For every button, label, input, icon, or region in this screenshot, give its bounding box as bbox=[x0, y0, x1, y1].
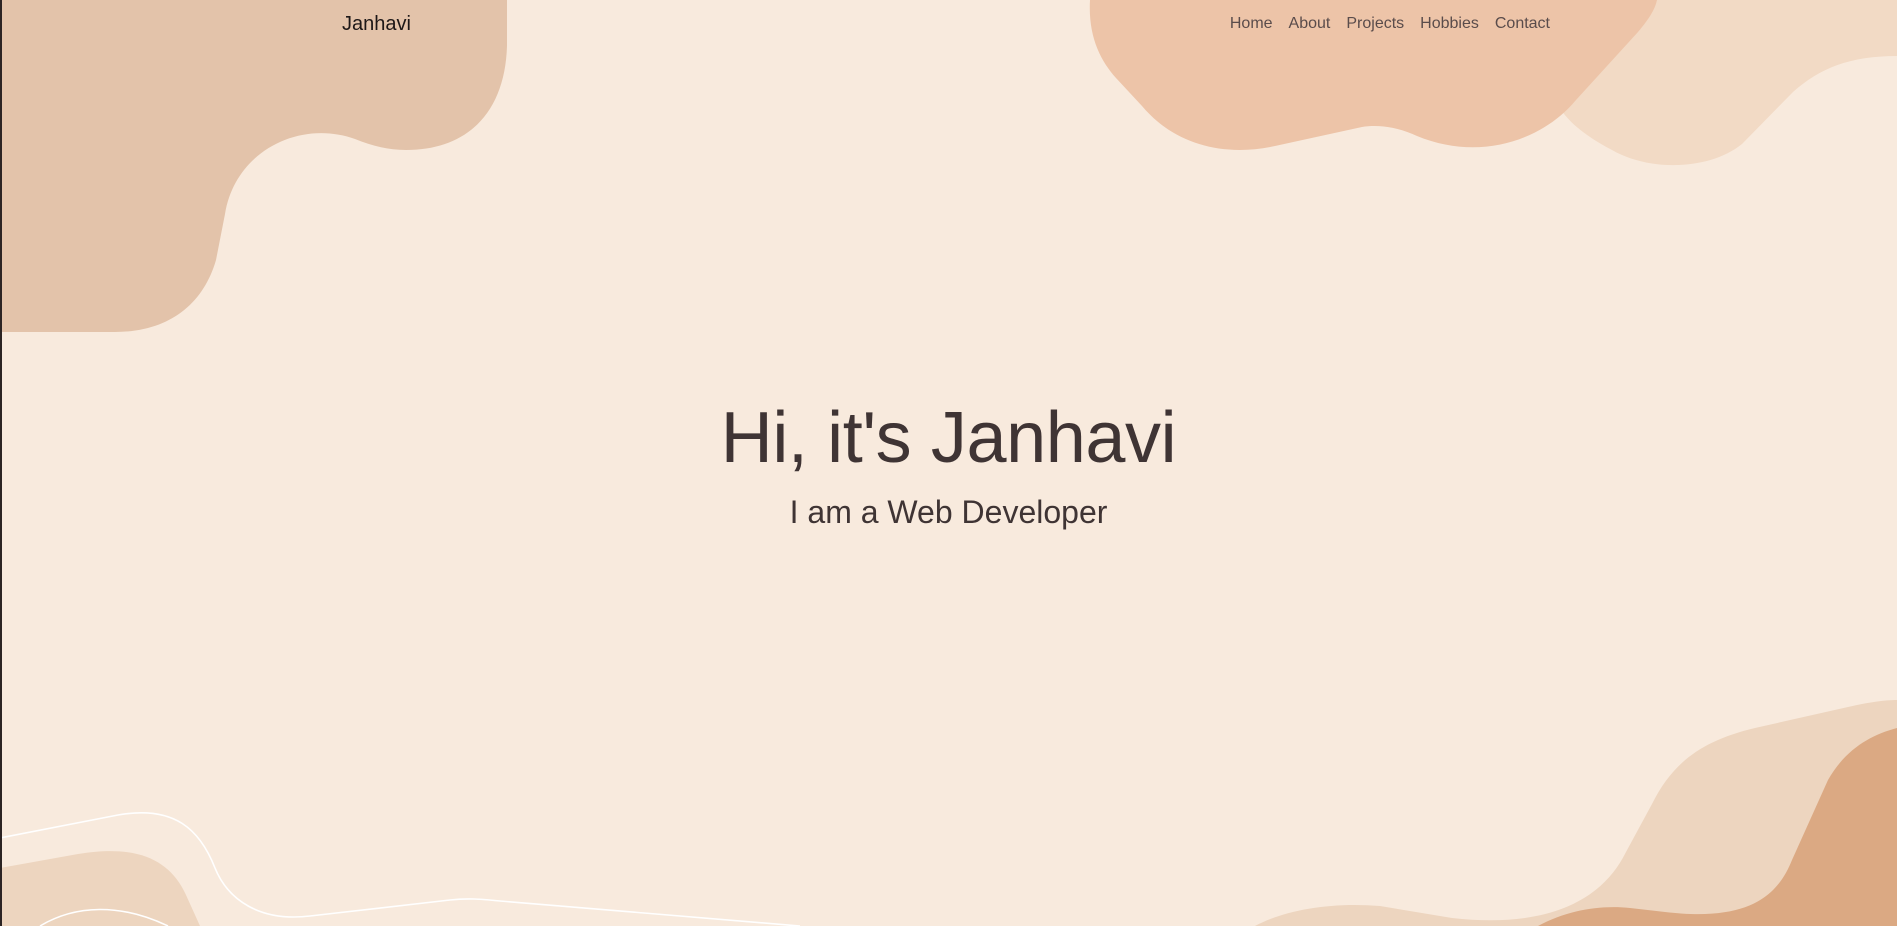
nav-about-link[interactable]: About bbox=[1289, 15, 1331, 33]
window-left-edge bbox=[0, 0, 2, 926]
nav-projects-link[interactable]: Projects bbox=[1346, 15, 1404, 33]
nav-home-link[interactable]: Home bbox=[1230, 15, 1273, 33]
bottom-left-blob bbox=[0, 851, 200, 926]
hero-subtitle: I am a Web Developer bbox=[789, 494, 1108, 530]
hero-section: Hi, it's Janhavi I am a Web Developer bbox=[0, 394, 1897, 532]
top-navbar: Janhavi Home About Projects Hobbies Cont… bbox=[0, 0, 1897, 52]
nav-contact-link[interactable]: Contact bbox=[1495, 15, 1550, 33]
nav-hobbies-link[interactable]: Hobbies bbox=[1420, 15, 1479, 33]
main-nav: Home About Projects Hobbies Contact bbox=[1230, 15, 1550, 33]
hero-title: Hi, it's Janhavi bbox=[720, 398, 1177, 478]
brand-logo-link[interactable]: Janhavi bbox=[342, 13, 411, 36]
